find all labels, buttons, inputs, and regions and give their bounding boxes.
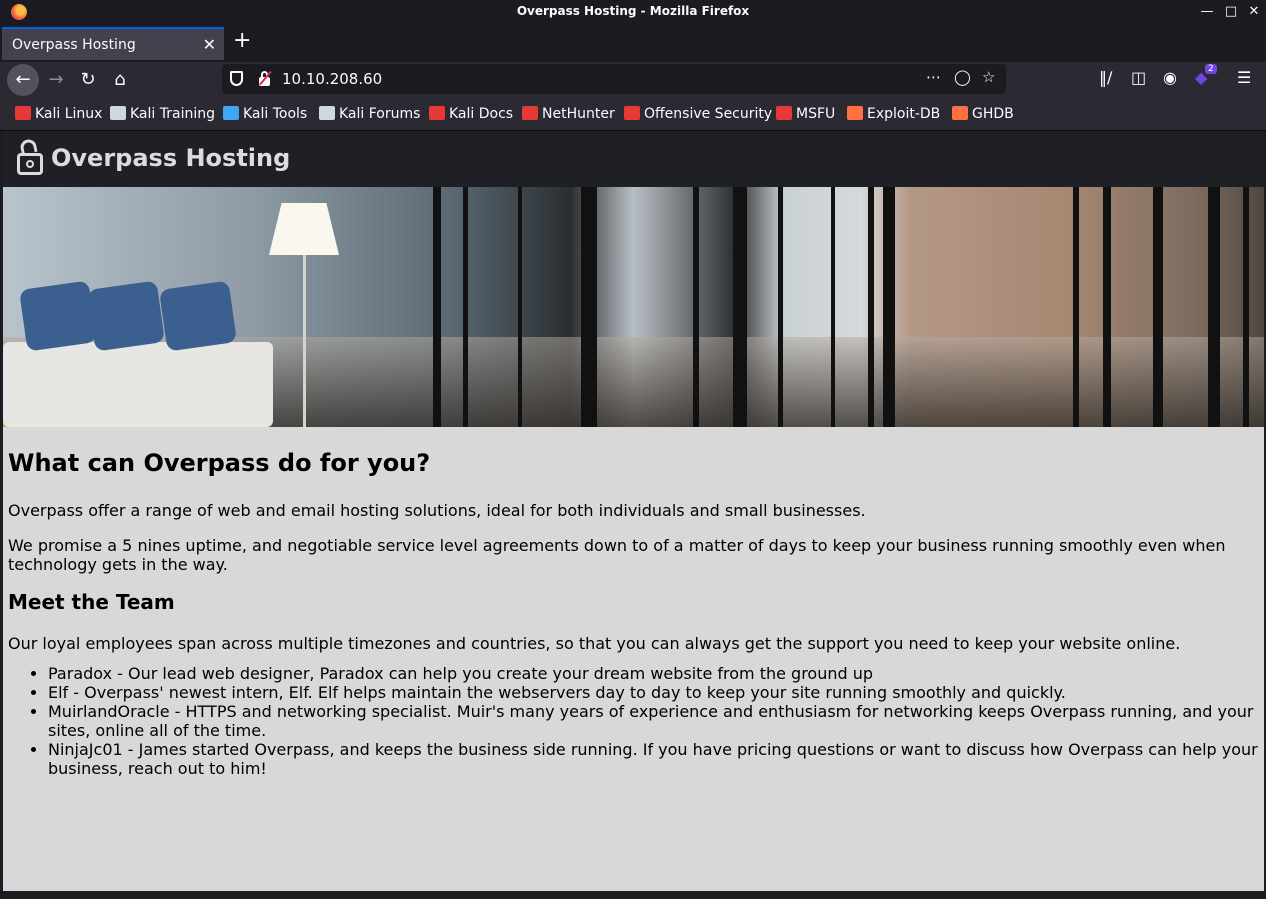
team-member-muirlandoracle: MuirlandOracle - HTTPS and networking sp…: [48, 702, 1263, 740]
bookmarks-toolbar: Kali Linux Kali Training Kali Tools Kali…: [0, 98, 1266, 131]
account-icon[interactable]: ◉: [1163, 68, 1177, 87]
library-icon[interactable]: ‖∕: [1099, 68, 1112, 87]
bookmark-kali-training[interactable]: Kali Training: [110, 106, 215, 122]
window-titlebar: Overpass Hosting - Mozilla Firefox — □ ✕: [0, 0, 1266, 24]
page-content: Overpass Hosting What can Overpass do fo…: [3, 131, 1264, 891]
hero-image: [3, 187, 1264, 427]
bookmark-kali-docs[interactable]: Kali Docs: [429, 106, 513, 122]
bookmark-msfu[interactable]: MSFU: [776, 106, 835, 122]
unlocked-padlock-logo-icon: [16, 137, 44, 175]
minimize-icon[interactable]: —: [1196, 2, 1218, 22]
tracking-protection-shield-icon[interactable]: [230, 71, 243, 86]
kali-tools-icon: [223, 106, 239, 120]
close-window-icon[interactable]: ✕: [1243, 2, 1265, 22]
bookmark-nethunter[interactable]: NetHunter: [522, 106, 615, 122]
tab-overpass-hosting[interactable]: Overpass Hosting ✕: [2, 27, 224, 60]
kali-forums-icon: [319, 106, 335, 120]
bookmark-kali-forums[interactable]: Kali Forums: [319, 106, 420, 122]
app-menu-icon[interactable]: ☰: [1237, 68, 1251, 87]
team-member-paradox: Paradox - Our lead web designer, Paradox…: [48, 664, 1263, 683]
promise-paragraph: We promise a 5 nines uptime, and negotia…: [8, 536, 1226, 574]
window-title: Overpass Hosting - Mozilla Firefox: [516, 4, 750, 18]
bookmark-offensive-security[interactable]: Offensive Security: [624, 106, 772, 122]
team-list: Paradox - Our lead web designer, Paradox…: [8, 664, 1263, 778]
extension-badge: 2: [1205, 64, 1217, 74]
sidebar-icon[interactable]: ◫: [1131, 68, 1146, 87]
close-tab-icon[interactable]: ✕: [203, 35, 216, 54]
back-arrow-icon[interactable]: ←: [7, 64, 39, 96]
bookmark-ghdb[interactable]: GHDB: [952, 106, 1014, 122]
intro-paragraph: Overpass offer a range of web and email …: [8, 501, 866, 520]
team-heading: Meet the Team: [8, 590, 175, 614]
team-member-elf: Elf - Overpass' newest intern, Elf. Elf …: [48, 683, 1263, 702]
team-intro-paragraph: Our loyal employees span across multiple…: [8, 634, 1181, 653]
bookmark-kali-tools[interactable]: Kali Tools: [223, 106, 307, 122]
kali-training-icon: [110, 106, 126, 120]
forward-arrow-icon[interactable]: →: [40, 64, 72, 96]
bookmark-kali-linux[interactable]: Kali Linux: [15, 106, 102, 122]
page-actions-menu-icon[interactable]: ⋯: [926, 68, 941, 86]
kali-docs-icon: [429, 106, 445, 120]
site-title: Overpass Hosting: [51, 144, 291, 172]
tab-label: Overpass Hosting: [12, 37, 136, 53]
nethunter-icon: [522, 106, 538, 120]
site-header: Overpass Hosting: [3, 131, 1264, 187]
page-heading: What can Overpass do for you?: [8, 449, 431, 477]
team-member-ninjajc01: NinjaJc01 - James started Overpass, and …: [48, 740, 1263, 778]
kali-linux-icon: [15, 106, 31, 120]
ghdb-icon: [952, 106, 968, 120]
insecure-lock-icon[interactable]: [258, 70, 272, 86]
exploit-db-icon: [847, 106, 863, 120]
address-bar[interactable]: 10.10.208.60 ⋯ ◯ ☆: [222, 64, 1006, 94]
reload-icon[interactable]: ↻: [72, 64, 104, 96]
window-bottom-edge: [0, 891, 1266, 899]
navigation-toolbar: ← → ↻ ⌂ 10.10.208.60 ⋯ ◯ ☆ ‖∕ ◫ ◉ ◆ 2 ☰: [0, 62, 1266, 98]
bookmark-exploit-db[interactable]: Exploit-DB: [847, 106, 940, 122]
tab-strip: Overpass Hosting ✕: [0, 24, 1266, 62]
new-tab-icon[interactable]: +: [233, 29, 251, 53]
url-text[interactable]: 10.10.208.60: [282, 70, 382, 88]
bookmark-star-icon[interactable]: ☆: [982, 68, 995, 86]
offensive-security-icon: [624, 106, 640, 120]
maximize-icon[interactable]: □: [1220, 2, 1242, 22]
home-icon[interactable]: ⌂: [104, 64, 136, 96]
msfu-icon: [776, 106, 792, 120]
pocket-icon[interactable]: ◯: [954, 68, 971, 86]
